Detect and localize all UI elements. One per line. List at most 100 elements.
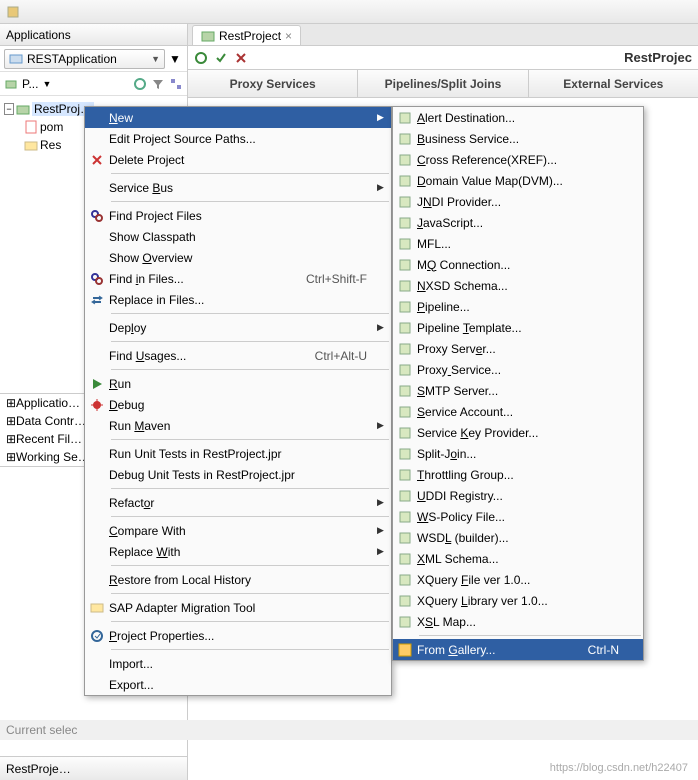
menu-item[interactable]: WSDL (builder)... [393, 527, 643, 548]
menu-item[interactable]: Run Unit Tests in RestProject.jpr [85, 443, 391, 464]
watermark: https://blog.csdn.net/h22407 [550, 762, 688, 774]
delete-icon[interactable] [234, 51, 248, 65]
menu-item[interactable]: XQuery Library ver 1.0... [393, 590, 643, 611]
menu-item[interactable]: Project Properties... [85, 625, 391, 646]
item-icon [393, 363, 417, 377]
tab-pipelines[interactable]: Pipelines/Split Joins [358, 70, 528, 97]
menu-item-label: MQ Connection... [417, 258, 629, 272]
menu-item[interactable]: Find Usages...Ctrl+Alt-U [85, 345, 391, 366]
menu-item[interactable]: Show Classpath [85, 226, 391, 247]
refresh-icon[interactable] [133, 77, 147, 91]
menu-item[interactable]: Find in Files...Ctrl+Shift-F [85, 268, 391, 289]
menu-item[interactable]: WS-Policy File... [393, 506, 643, 527]
menu-item[interactable]: Pipeline... [393, 296, 643, 317]
application-combo[interactable]: RESTApplication ▼ [4, 49, 165, 69]
menu-item-label: Refactor [109, 496, 377, 510]
run-icon [85, 377, 109, 391]
menu-item-label: Pipeline Template... [417, 321, 629, 335]
menu-item[interactable]: New▶ [85, 107, 391, 128]
menu-item[interactable]: Service Account... [393, 401, 643, 422]
editor-tab[interactable]: RestProject × [192, 25, 301, 45]
menu-item[interactable]: XML Schema... [393, 548, 643, 569]
menu-item[interactable]: Show Overview [85, 247, 391, 268]
project-icon[interactable] [4, 77, 18, 91]
item-icon [393, 468, 417, 482]
menu-item[interactable]: Service Key Provider... [393, 422, 643, 443]
new-submenu: Alert Destination...Business Service... C… [392, 106, 644, 661]
top-toolbar [0, 0, 698, 24]
menu-item[interactable]: Run Maven▶ [85, 415, 391, 436]
file-icon [24, 120, 38, 134]
app-combo-text: RESTApplication [27, 52, 117, 66]
menu-item[interactable]: Domain Value Map(DVM)... [393, 170, 643, 191]
menu-item[interactable]: Refactor▶ [85, 492, 391, 513]
tab-external-services[interactable]: External Services [529, 70, 698, 97]
menu-item[interactable]: Restore from Local History [85, 569, 391, 590]
item-icon [393, 573, 417, 587]
menu-item[interactable]: SMTP Server... [393, 380, 643, 401]
menu-item[interactable]: Run [85, 373, 391, 394]
menu-item[interactable]: Find Project Files [85, 205, 391, 226]
menu-item-label: MFL... [417, 237, 629, 251]
menu-item[interactable]: Export... [85, 674, 391, 695]
menu-item[interactable]: XSL Map... [393, 611, 643, 632]
menu-item[interactable]: Proxy Server... [393, 338, 643, 359]
menu-item[interactable]: Throttling Group... [393, 464, 643, 485]
menu-item-label: Show Classpath [109, 230, 377, 244]
chevron-down-icon[interactable]: ▼ [42, 79, 51, 89]
refresh-icon[interactable] [194, 51, 208, 65]
menu-item[interactable]: Split-Join... [393, 443, 643, 464]
menu-item[interactable]: JNDI Provider... [393, 191, 643, 212]
toolbar-icon[interactable] [6, 5, 20, 19]
check-icon[interactable] [214, 51, 228, 65]
menu-item[interactable]: Delete Project [85, 149, 391, 170]
menu-item[interactable]: SAP Adapter Migration Tool [85, 597, 391, 618]
close-icon[interactable]: × [285, 29, 292, 43]
menu-item-label: XQuery File ver 1.0... [417, 573, 629, 587]
menu-item[interactable]: Alert Destination... [393, 107, 643, 128]
item-icon [393, 300, 417, 314]
menu-item-label: JavaScript... [417, 216, 629, 230]
menu-item[interactable]: Business Service... [393, 128, 643, 149]
menu-item[interactable]: Debug [85, 394, 391, 415]
menu-item[interactable]: Cross Reference(XREF)... [393, 149, 643, 170]
bottom-tab[interactable]: RestProje… [0, 756, 187, 780]
menu-item[interactable]: Replace in Files... [85, 289, 391, 310]
menu-item-label: From Gallery... [417, 643, 588, 657]
panel-title: Applications [0, 24, 187, 46]
menu-item[interactable]: Import... [85, 653, 391, 674]
folder-icon [24, 138, 38, 152]
item-icon [393, 279, 417, 293]
menu-item[interactable]: Proxy Service... [393, 359, 643, 380]
menu-item[interactable]: Replace With▶ [85, 541, 391, 562]
menu-item[interactable]: Debug Unit Tests in RestProject.jpr [85, 464, 391, 485]
tab-proxy-services[interactable]: Proxy Services [188, 70, 358, 97]
menu-item[interactable]: Pipeline Template... [393, 317, 643, 338]
expand-icon[interactable]: − [4, 103, 14, 115]
menu-item[interactable]: MFL... [393, 233, 643, 254]
menu-item[interactable]: Compare With▶ [85, 520, 391, 541]
menu-item-label: Edit Project Source Paths... [109, 132, 377, 146]
menu-shortcut: Ctrl-N [588, 643, 629, 657]
filter-icon[interactable] [151, 77, 165, 91]
app-combo-ext[interactable]: ▼ [167, 52, 183, 66]
menu-item[interactable]: Service Bus▶ [85, 177, 391, 198]
menu-item[interactable]: MQ Connection... [393, 254, 643, 275]
menu-item-label: Debug Unit Tests in RestProject.jpr [109, 468, 377, 482]
menu-item[interactable]: XQuery File ver 1.0... [393, 569, 643, 590]
status-text: Current selec [6, 723, 77, 737]
group-icon[interactable] [169, 77, 183, 91]
menu-item-label: WS-Policy File... [417, 510, 629, 524]
menu-item-label: Run Maven [109, 419, 377, 433]
menu-item[interactable]: UDDI Registry... [393, 485, 643, 506]
item-icon [393, 510, 417, 524]
menu-item[interactable]: JavaScript... [393, 212, 643, 233]
menu-item[interactable]: Edit Project Source Paths... [85, 128, 391, 149]
menu-item-label: XSL Map... [417, 615, 629, 629]
menu-item[interactable]: Deploy▶ [85, 317, 391, 338]
menu-item-label: Split-Join... [417, 447, 629, 461]
menu-item-label: Compare With [109, 524, 377, 538]
menu-item-label: Cross Reference(XREF)... [417, 153, 629, 167]
menu-item[interactable]: NXSD Schema... [393, 275, 643, 296]
menu-item[interactable]: From Gallery...Ctrl-N [393, 639, 643, 660]
